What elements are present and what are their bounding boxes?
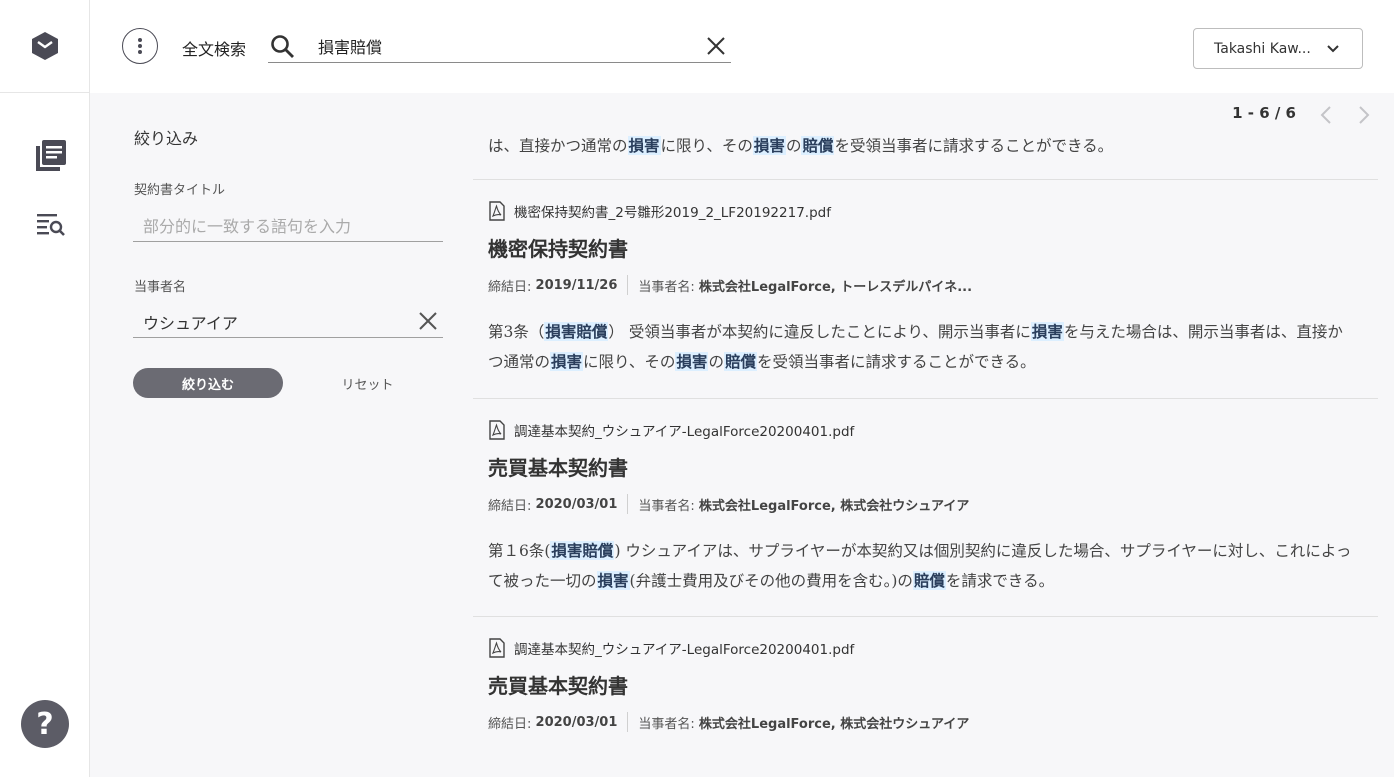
party-name-label: 当事者名: [134, 280, 187, 295]
result-title[interactable]: 機密保持契約書: [488, 233, 628, 262]
snippet-text: を受領当事者に請求することができる。: [834, 137, 1114, 155]
result-title[interactable]: 売買基本契約書: [488, 452, 628, 481]
result-file-name: 調達基本契約_ウシュアイア-LegalForce20200401.pdf: [514, 642, 855, 658]
filter-title: 絞り込み: [134, 129, 199, 148]
highlighted-term: 損害: [627, 136, 661, 155]
meta-separator: [627, 494, 629, 514]
party-label: 当事者名:: [638, 716, 695, 732]
result-title[interactable]: 売買基本契約書: [488, 670, 628, 699]
contract-title-field: [133, 210, 443, 242]
party-name-field: [133, 306, 443, 338]
help-button[interactable]: ?: [21, 700, 69, 748]
result-meta: 締結日: 2020/03/01 当事者名: 株式会社LegalForce, 株式…: [488, 712, 969, 732]
library-icon: [36, 140, 66, 171]
contract-date: 2020/03/01: [535, 714, 618, 730]
result-meta: 締結日: 2020/03/01 当事者名: 株式会社LegalForce, 株式…: [488, 494, 969, 514]
search-icon[interactable]: [270, 34, 296, 60]
snippet-text: に限り、その: [660, 137, 753, 155]
contract-date: 2019/11/26: [535, 277, 618, 293]
meta-separator: [627, 712, 629, 732]
snippet-text: は、直接かつ通常の: [488, 137, 628, 155]
filter-panel: 絞り込み 契約書タイトル 当事者名 絞り込む リセット: [90, 93, 473, 777]
pdf-file-icon: [489, 420, 505, 440]
divider: [473, 616, 1378, 617]
top-bar: 全文検索 Takashi Kaw...: [90, 0, 1394, 93]
clear-search-icon[interactable]: [705, 35, 727, 57]
snippet-text: を受領当事者に請求することができる。: [756, 353, 1036, 371]
result-file[interactable]: 調達基本契約_ウシュアイア-LegalForce20200401.pdf: [488, 638, 854, 658]
date-label: 締結日:: [488, 716, 532, 732]
side-rail: ?: [0, 0, 90, 777]
nav-contracts-library[interactable]: [33, 138, 69, 174]
user-name: Takashi Kaw...: [1214, 40, 1311, 57]
highlighted-term: 賠償: [801, 136, 835, 155]
highlighted-term: 損害: [1030, 322, 1064, 341]
question-icon: ?: [36, 706, 54, 742]
highlighted-term: 損害: [550, 352, 584, 371]
party-names: 株式会社LegalForce, 株式会社ウシュアイア: [698, 716, 970, 732]
party-names: 株式会社LegalForce, 株式会社ウシュアイア: [698, 498, 970, 514]
pagination-count: 1 - 6 / 6: [1232, 104, 1296, 122]
highlighted-term: 損害: [675, 352, 709, 371]
highlighted-term: 損害: [596, 571, 630, 590]
contract-title-input[interactable]: [143, 214, 413, 238]
pdf-file-icon: [489, 201, 505, 221]
result-snippet: 第3条（損害賠償） 受領当事者が本契約に違反したことにより、開示当事者に損害を与…: [488, 317, 1358, 377]
result-meta: 締結日: 2019/11/26 当事者名: 株式会社LegalForce, トー…: [488, 275, 972, 295]
date-label: 締結日:: [488, 498, 532, 514]
contract-date: 2020/03/01: [535, 496, 618, 512]
result-snippet: 第１6条(損害賠償) ウシュアイアは、サプライヤーが本契約又は個別契約に違反した…: [488, 536, 1358, 596]
search-input[interactable]: [318, 34, 688, 58]
clear-party-icon[interactable]: [417, 310, 439, 332]
apply-filter-button[interactable]: 絞り込む: [133, 368, 283, 398]
highlighted-term: 損害賠償: [550, 541, 615, 560]
highlighted-term: 賠償: [912, 571, 946, 590]
search-mode-label: 全文検索: [182, 40, 247, 59]
logo-icon: [32, 32, 58, 60]
pdf-file-icon: [489, 638, 505, 658]
app-logo[interactable]: [0, 0, 90, 93]
result-file-name: 調達基本契約_ウシュアイア-LegalForce20200401.pdf: [514, 424, 855, 440]
snippet-text: 第１6条(: [488, 542, 551, 560]
chevron-right-icon[interactable]: [1357, 104, 1371, 126]
snippet-text: を請求できる。: [945, 572, 1055, 590]
more-vertical-icon: [138, 38, 142, 54]
result-file-name: 機密保持契約書_2号雛形2019_2_LF20192217.pdf: [514, 205, 831, 221]
highlighted-term: 損害: [752, 136, 786, 155]
reset-filter-button[interactable]: リセット: [310, 368, 425, 398]
nav-full-text-search[interactable]: [33, 206, 69, 242]
chevron-left-icon[interactable]: [1319, 104, 1333, 126]
snippet-text: の: [708, 353, 724, 371]
result-snippet: は、直接かつ通常の損害に限り、その損害の賠償を受領当事者に請求することができる。: [488, 131, 1368, 161]
party-name-input[interactable]: [143, 310, 413, 334]
snippet-text: の: [785, 137, 802, 155]
snippet-text: (弁護士費用及びその他の費用を含む。)の: [629, 572, 913, 590]
party-label: 当事者名:: [638, 498, 695, 514]
meta-separator: [627, 275, 629, 295]
divider: [473, 179, 1378, 180]
highlighted-term: 損害賠償: [544, 322, 609, 341]
highlighted-term: 賠償: [723, 352, 757, 371]
contract-title-label: 契約書タイトル: [134, 183, 226, 198]
snippet-text: 第3条（: [488, 323, 545, 341]
snippet-text: に限り、その: [583, 353, 676, 371]
more-options-button[interactable]: [122, 28, 158, 64]
party-names: 株式会社LegalForce, トーレスデルパイネ...: [698, 279, 973, 295]
results-panel: 1 - 6 / 6 は、直接かつ通常の損害に限り、その損害の賠償を受領当事者に請…: [473, 93, 1394, 777]
party-label: 当事者名:: [638, 279, 695, 295]
snippet-text: ） 受領当事者が本契約に違反したことにより、開示当事者に: [608, 323, 1031, 341]
result-file[interactable]: 調達基本契約_ウシュアイア-LegalForce20200401.pdf: [488, 420, 854, 440]
list-search-icon: [37, 214, 65, 236]
user-menu-button[interactable]: Takashi Kaw...: [1193, 28, 1363, 69]
chevron-down-icon: [1327, 45, 1339, 53]
search-box: [268, 30, 731, 63]
result-file[interactable]: 機密保持契約書_2号雛形2019_2_LF20192217.pdf: [488, 201, 831, 221]
divider: [473, 398, 1378, 399]
date-label: 締結日:: [488, 279, 532, 295]
